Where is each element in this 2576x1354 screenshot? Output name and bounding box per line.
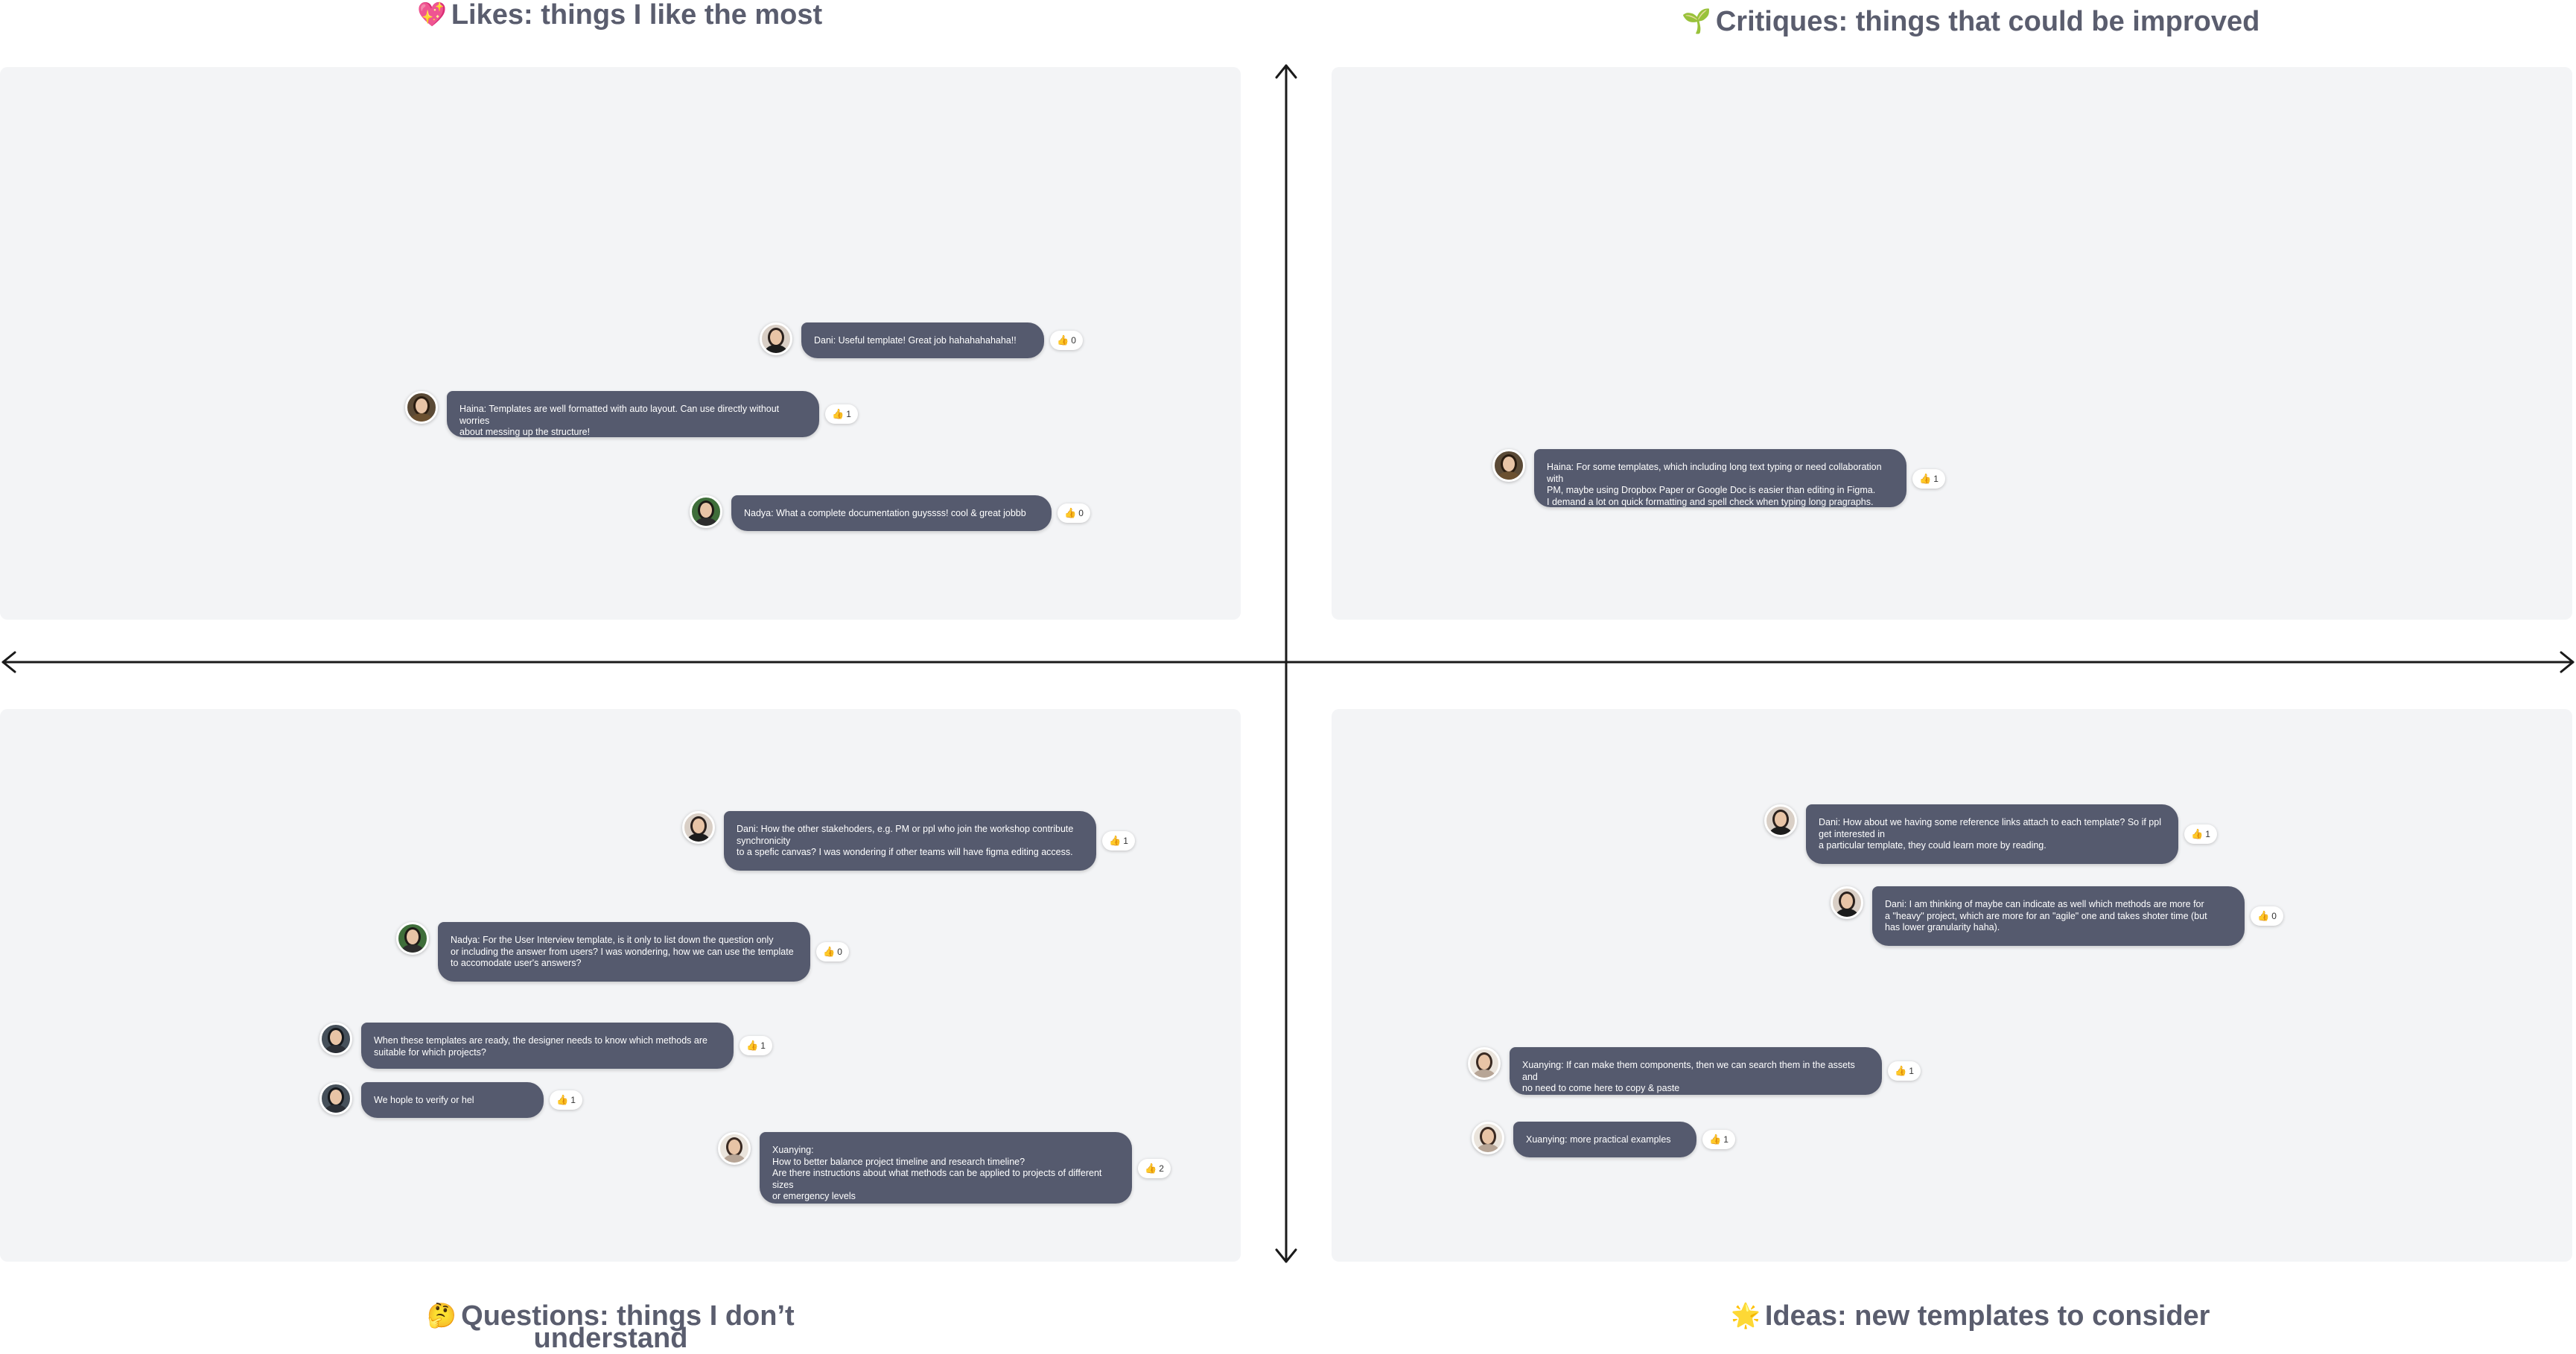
avatar[interactable]: [319, 1023, 352, 1055]
thumbs-up-icon: 👍: [823, 946, 836, 957]
comment-bubble[interactable]: We hople to verify or hel: [361, 1082, 544, 1118]
avatar[interactable]: [690, 495, 722, 528]
reaction-count: 0: [837, 947, 842, 957]
avatar[interactable]: [760, 322, 792, 355]
thumbs-up-icon: 👍: [1709, 1134, 1722, 1145]
thumbs-up-icon: 👍: [2191, 828, 2204, 839]
thumbs-up-icon: 👍: [2257, 910, 2270, 921]
reaction-count: 2: [1159, 1163, 1164, 1174]
reaction-badge[interactable]: 👍 1: [1102, 831, 1135, 851]
avatar[interactable]: [1764, 804, 1797, 837]
comment-bubble[interactable]: Dani: How the other stakehoders, e.g. PM…: [724, 811, 1096, 871]
thumbs-up-icon: 👍: [1895, 1065, 1907, 1076]
comment-bubble[interactable]: Dani: I am thinking of maybe can indicat…: [1872, 886, 2245, 946]
avatar[interactable]: [682, 811, 715, 844]
reaction-count: 0: [2271, 911, 2277, 921]
avatar[interactable]: [1472, 1122, 1504, 1154]
avatar-face: [700, 503, 712, 518]
comment-bubble[interactable]: Dani: How about we having some reference…: [1806, 804, 2178, 864]
comment-bubble[interactable]: Haina: For some templates, which includi…: [1534, 449, 1906, 507]
reaction-badge[interactable]: 👍 1: [740, 1036, 772, 1055]
reaction-count: 1: [1723, 1134, 1729, 1145]
thumbs-up-icon: 👍: [832, 408, 845, 419]
reaction-badge[interactable]: 👍 1: [1702, 1130, 1735, 1149]
avatar-face: [1478, 1055, 1490, 1069]
reaction-count: 1: [1909, 1066, 1914, 1076]
avatar[interactable]: [1492, 449, 1525, 482]
reaction-count: 1: [846, 409, 851, 419]
reaction-badge[interactable]: 👍 1: [1888, 1061, 1921, 1081]
reaction-badge[interactable]: 👍 0: [2251, 906, 2283, 926]
reaction-count: 1: [760, 1040, 766, 1051]
reaction-count: 1: [2205, 829, 2210, 839]
reaction-count: 1: [570, 1095, 576, 1105]
reaction-count: 1: [1123, 836, 1128, 846]
reaction-badge[interactable]: 👍 1: [825, 404, 858, 424]
avatar[interactable]: [1831, 886, 1863, 919]
reaction-badge[interactable]: 👍 1: [1912, 469, 1945, 489]
avatar[interactable]: [1468, 1047, 1501, 1080]
comment-bubble[interactable]: Xuanying: more practical examples: [1513, 1122, 1696, 1157]
avatar-face: [728, 1140, 740, 1154]
avatar-face: [407, 929, 419, 944]
comment-bubble[interactable]: Dani: Useful template! Great job hahahah…: [801, 322, 1044, 358]
avatar-face: [416, 398, 427, 413]
avatar-face: [693, 819, 705, 833]
avatar-face: [1841, 894, 1853, 909]
reaction-badge[interactable]: 👍 0: [1058, 503, 1090, 523]
comment-bubble[interactable]: Nadya: What a complete documentation guy…: [731, 495, 1052, 531]
reaction-count: 0: [1078, 508, 1084, 518]
reaction-badge[interactable]: 👍 1: [550, 1090, 582, 1110]
thumbs-up-icon: 👍: [1919, 473, 1932, 484]
avatar-face: [770, 330, 782, 345]
thumbs-up-icon: 👍: [746, 1040, 759, 1051]
avatar[interactable]: [396, 922, 429, 955]
avatar-face: [330, 1090, 342, 1105]
comment-bubble[interactable]: Xuanying: If can make them components, t…: [1510, 1047, 1882, 1095]
reaction-count: 1: [1933, 474, 1939, 484]
axis-arrows: [1, 64, 2575, 1263]
avatar[interactable]: [319, 1082, 352, 1115]
thumbs-up-icon: 👍: [1109, 835, 1122, 846]
comment-bubble[interactable]: Nadya: For the User Interview template, …: [438, 922, 810, 982]
reaction-badge[interactable]: 👍 0: [1050, 331, 1083, 350]
comment-bubble[interactable]: When these templates are ready, the desi…: [361, 1023, 734, 1069]
thumbs-up-icon: 👍: [1057, 334, 1069, 346]
comment-bubble[interactable]: Haina: Templates are well formatted with…: [447, 391, 819, 437]
thumbs-up-icon: 👍: [1064, 507, 1077, 518]
avatar[interactable]: [405, 391, 438, 424]
thumbs-up-icon: 👍: [556, 1094, 569, 1105]
reaction-badge[interactable]: 👍 1: [2184, 824, 2217, 844]
avatar-face: [1775, 812, 1787, 827]
avatar-face: [1482, 1129, 1494, 1144]
avatar-face: [1503, 457, 1515, 471]
thumbs-up-icon: 👍: [1145, 1163, 1157, 1174]
reaction-badge[interactable]: 👍 0: [816, 942, 849, 962]
reaction-count: 0: [1071, 335, 1076, 346]
avatar-face: [330, 1030, 342, 1045]
avatar[interactable]: [718, 1132, 751, 1165]
comment-bubble[interactable]: Xuanying: How to better balance project …: [760, 1132, 1132, 1204]
reaction-badge[interactable]: 👍 2: [1138, 1159, 1171, 1178]
